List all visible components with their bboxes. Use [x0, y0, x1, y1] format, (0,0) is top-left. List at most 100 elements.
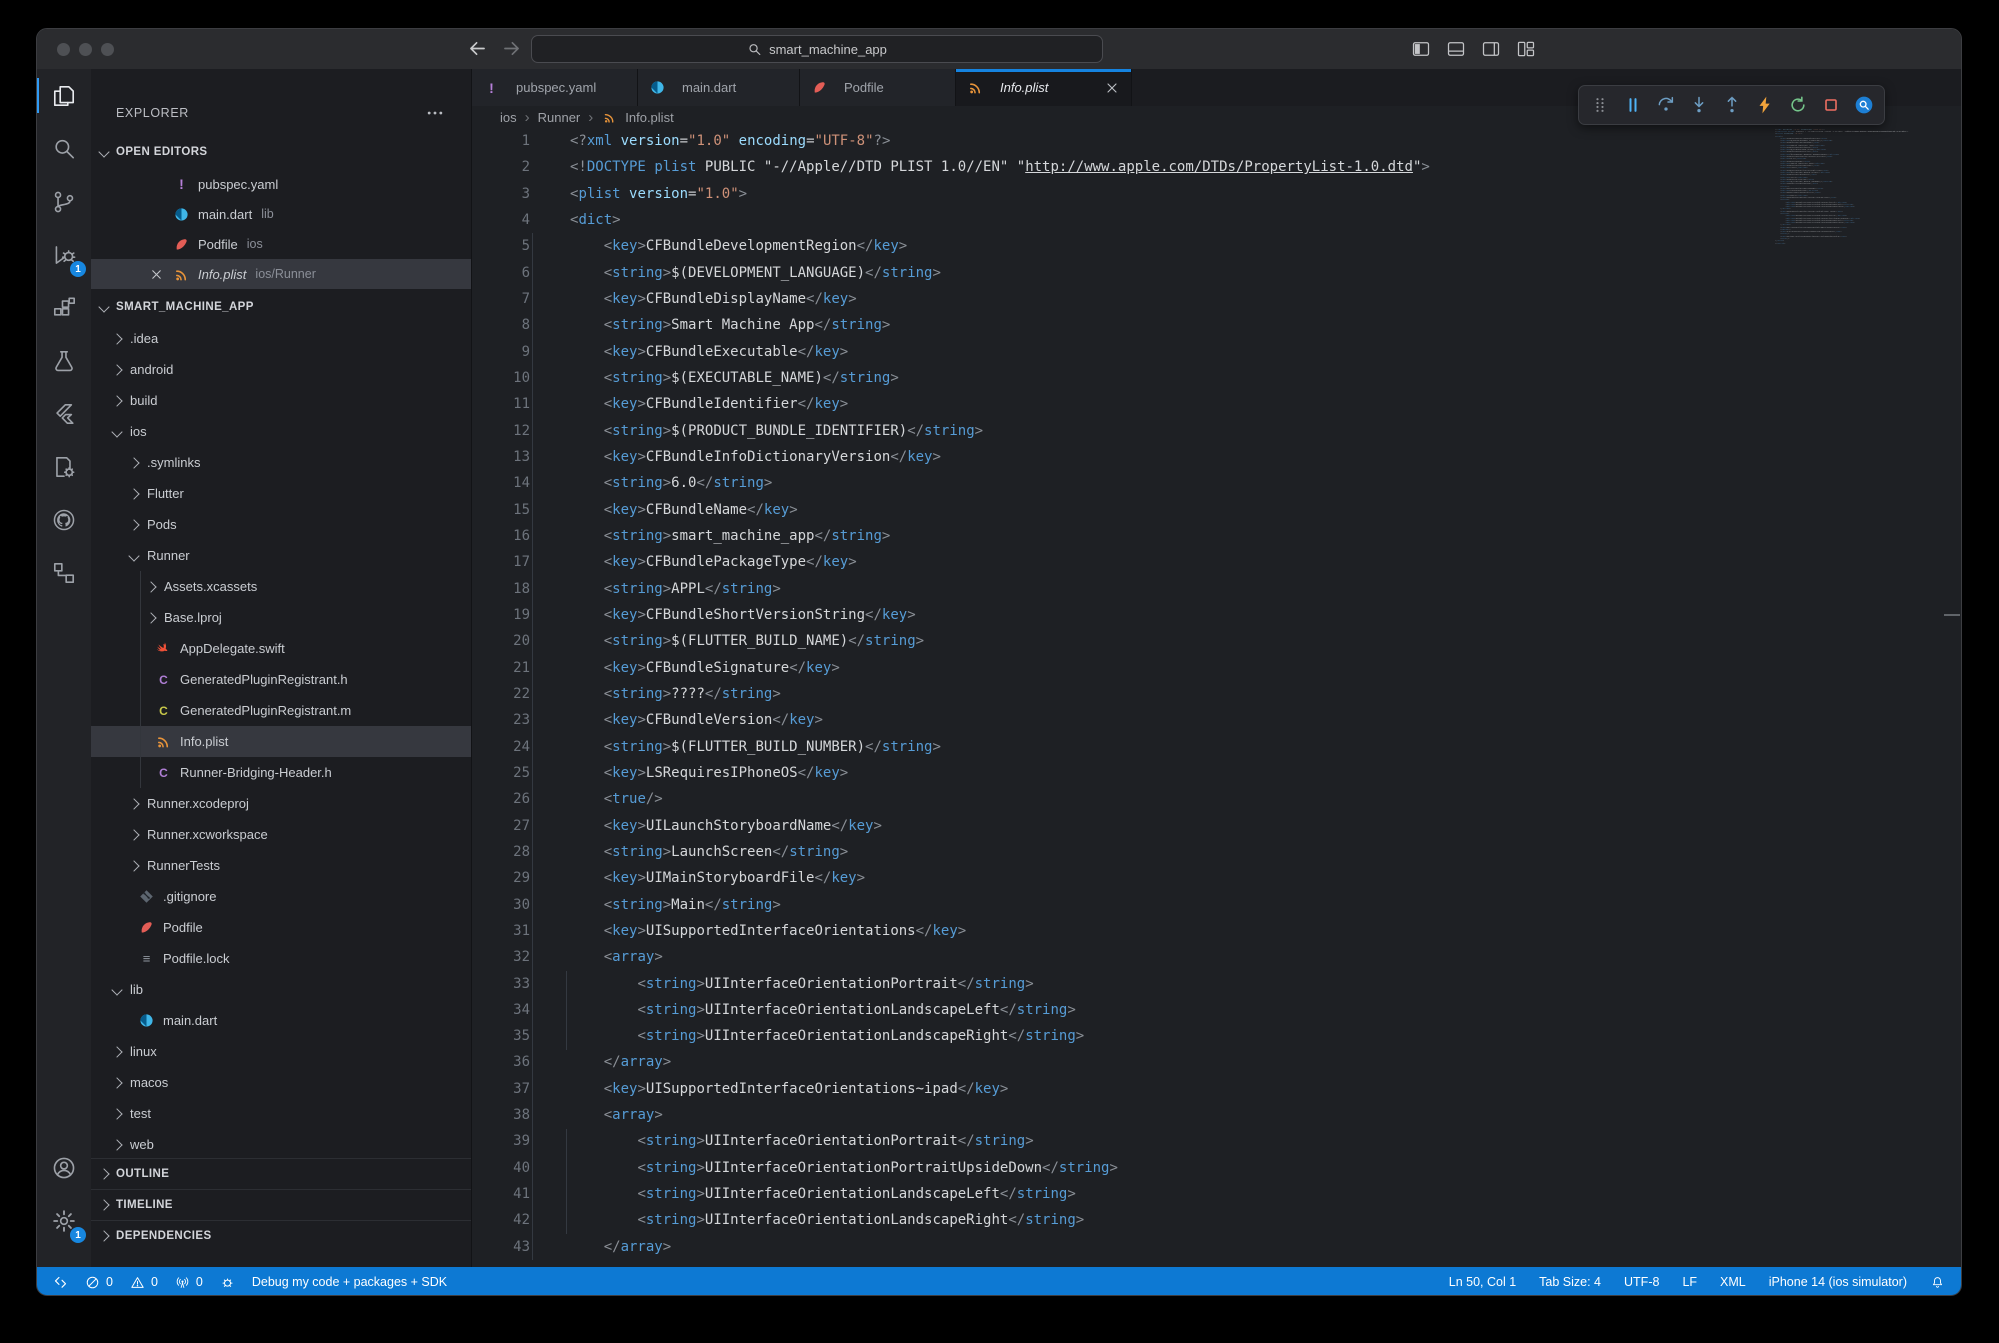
grip-button[interactable] [1584, 90, 1615, 120]
line-number[interactable]: 19 [472, 602, 530, 628]
code-line[interactable]: <key>CFBundleExecutable</key> [570, 339, 1430, 365]
breadcrumb-item-runner[interactable]: Runner [538, 110, 581, 125]
line-number[interactable]: 2 [472, 154, 530, 180]
status-warning-count[interactable]: 0 [130, 1275, 158, 1290]
line-number[interactable]: 20 [472, 628, 530, 654]
code-line[interactable]: <string>$(DEVELOPMENT_LANGUAGE)</string> [570, 260, 1430, 286]
code-line[interactable]: <string>Main</string> [570, 892, 1430, 918]
line-number[interactable]: 11 [472, 391, 530, 417]
tree-item-info-plist[interactable]: Info.plist [91, 726, 471, 757]
line-number[interactable]: 7 [472, 286, 530, 312]
code-line[interactable]: <key>UILaunchStoryboardName</key> [570, 813, 1430, 839]
line-number[interactable]: 26 [472, 786, 530, 812]
line-number[interactable]: 3 [472, 181, 530, 207]
open-editor-pubspec-yaml[interactable]: !pubspec.yaml [91, 169, 471, 199]
tab-main-dart[interactable]: main.dart [638, 69, 800, 106]
line-number[interactable]: 33 [472, 971, 530, 997]
inspector-button[interactable] [1848, 90, 1879, 120]
activity-settings[interactable]: 1 [37, 1194, 91, 1247]
line-number[interactable]: 28 [472, 839, 530, 865]
code-line[interactable]: <array> [570, 944, 1430, 970]
back-icon[interactable] [467, 38, 488, 59]
tree-item-runner-xcodeproj[interactable]: Runner.xcodeproj [91, 788, 471, 819]
status-flutter-device[interactable]: iPhone 14 (ios simulator) [1769, 1275, 1907, 1289]
line-number[interactable]: 30 [472, 892, 530, 918]
tab-info-plist[interactable]: Info.plist [956, 69, 1132, 106]
toggle-panel-button-icon[interactable] [1446, 39, 1466, 59]
sidebar-section-dependencies[interactable]: DEPENDENCIES [91, 1220, 471, 1251]
code-line[interactable]: <string>$(FLUTTER_BUILD_NUMBER)</string> [570, 734, 1430, 760]
line-number[interactable]: 6 [472, 260, 530, 286]
line-number[interactable]: 23 [472, 707, 530, 733]
code-line[interactable]: <key>UISupportedInterfaceOrientations</k… [570, 918, 1430, 944]
activity-extensions[interactable] [37, 281, 91, 334]
line-number[interactable]: 27 [472, 813, 530, 839]
line-number[interactable]: 31 [472, 918, 530, 944]
status-language-mode[interactable]: XML [1720, 1275, 1746, 1289]
open-editors-header[interactable]: OPEN EDITORS [91, 137, 471, 167]
tree-item-runnertests[interactable]: RunnerTests [91, 850, 471, 881]
activity-references[interactable] [37, 546, 91, 599]
tree-item-runner-bridging-header-h[interactable]: CRunner-Bridging-Header.h [91, 757, 471, 788]
code-line[interactable]: <dict> [570, 207, 1430, 233]
line-number[interactable]: 9 [472, 339, 530, 365]
pause-button[interactable] [1617, 90, 1648, 120]
line-number[interactable]: 22 [472, 681, 530, 707]
code-line[interactable]: <key>UISupportedInterfaceOrientations~ip… [570, 1076, 1430, 1102]
tree-item-pods[interactable]: Pods [91, 509, 471, 540]
tree-item-android[interactable]: android [91, 354, 471, 385]
line-number[interactable]: 38 [472, 1102, 530, 1128]
step-into-button[interactable] [1683, 90, 1714, 120]
code-line[interactable]: <true/> [570, 786, 1430, 812]
tree-item-runner-xcworkspace[interactable]: Runner.xcworkspace [91, 819, 471, 850]
activity-source-control[interactable] [37, 175, 91, 228]
code-line[interactable]: <string>LaunchScreen</string> [570, 839, 1430, 865]
code-line[interactable]: </array> [570, 1234, 1430, 1260]
line-number[interactable]: 21 [472, 655, 530, 681]
code-line[interactable]: <?xml version="1.0" encoding="UTF-8"?> [570, 128, 1430, 154]
code-line[interactable]: <string>Smart Machine App</string> [570, 312, 1430, 338]
line-number-gutter[interactable]: 1234567891011121314151617181920212223242… [472, 128, 530, 1267]
open-editor-info-plist[interactable]: Info.plistios/Runner [91, 259, 471, 289]
line-number[interactable]: 34 [472, 997, 530, 1023]
forward-icon[interactable] [501, 38, 522, 59]
status-port-count[interactable]: 0 [175, 1275, 203, 1290]
tree-item-test[interactable]: test [91, 1098, 471, 1129]
tree-item-runner[interactable]: Runner [91, 540, 471, 571]
tree-item-lib[interactable]: lib [91, 974, 471, 1005]
code-editor[interactable]: 1234567891011121314151617181920212223242… [472, 128, 1961, 1267]
tree-item-symlinks[interactable]: .symlinks [91, 447, 471, 478]
tree-item-build[interactable]: build [91, 385, 471, 416]
status-notifications[interactable] [1930, 1275, 1945, 1290]
line-number[interactable]: 41 [472, 1181, 530, 1207]
sidebar-section-outline[interactable]: OUTLINE [91, 1158, 471, 1189]
tree-item-linux[interactable]: linux [91, 1036, 471, 1067]
tree-item-gitignore[interactable]: .gitignore [91, 881, 471, 912]
code-line[interactable]: <string>UIInterfaceOrientationPortrait</… [570, 971, 1430, 997]
line-number[interactable]: 17 [472, 549, 530, 575]
code-line[interactable]: <key>CFBundleSignature</key> [570, 655, 1430, 681]
line-number[interactable]: 39 [472, 1128, 530, 1154]
line-number[interactable]: 24 [472, 734, 530, 760]
line-number[interactable]: 1 [472, 128, 530, 154]
code-line[interactable]: <key>CFBundleDevelopmentRegion</key> [570, 233, 1430, 259]
code-line[interactable]: <string>UIInterfaceOrientationPortraitUp… [570, 1155, 1430, 1181]
status-remote-indicator[interactable] [53, 1275, 68, 1290]
status-error-count[interactable]: 0 [85, 1275, 113, 1290]
editor-scrollbar[interactable] [1947, 128, 1961, 1267]
tree-item-main-dart[interactable]: main.dart [91, 1005, 471, 1036]
project-root-header[interactable]: SMART_MACHINE_APP [91, 292, 471, 322]
close-icon[interactable] [1104, 80, 1120, 96]
line-number[interactable]: 13 [472, 444, 530, 470]
line-number[interactable]: 43 [472, 1234, 530, 1260]
step-out-button[interactable] [1716, 90, 1747, 120]
activity-flutter[interactable] [37, 387, 91, 440]
code-line[interactable]: <string>UIInterfaceOrientationLandscapeL… [570, 1181, 1430, 1207]
line-number[interactable]: 10 [472, 365, 530, 391]
customize-layout-button-icon[interactable] [1516, 39, 1536, 59]
code-line[interactable]: <string>UIInterfaceOrientationPortrait</… [570, 1128, 1430, 1154]
code-line[interactable]: <key>CFBundleInfoDictionaryVersion</key> [570, 444, 1430, 470]
line-number[interactable]: 14 [472, 470, 530, 496]
status-encoding[interactable]: UTF-8 [1624, 1275, 1659, 1289]
line-number[interactable]: 32 [472, 944, 530, 970]
